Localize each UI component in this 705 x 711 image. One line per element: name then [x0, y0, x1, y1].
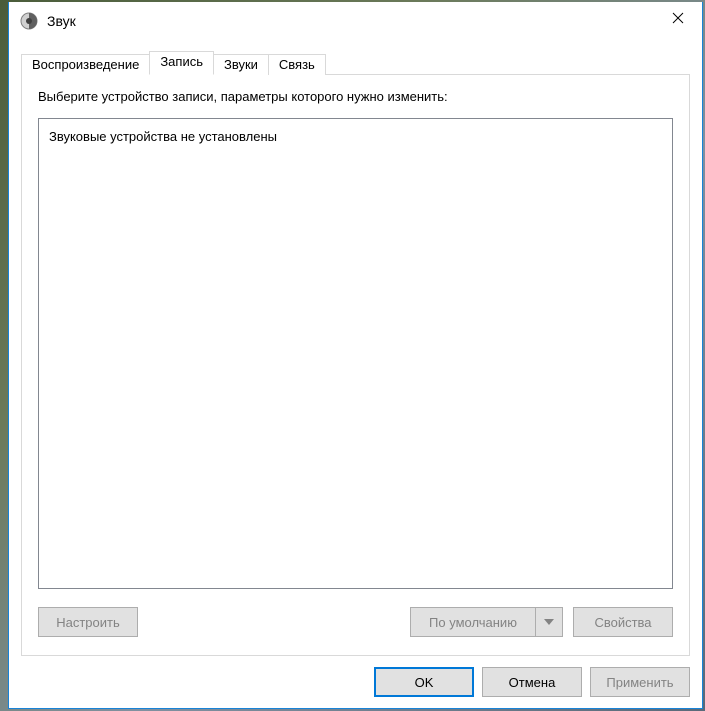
tab-sounds[interactable]: Звуки — [213, 54, 269, 75]
tab-communications[interactable]: Связь — [268, 54, 326, 75]
sound-dialog: Звук Воспроизведение Запись Звуки Связь … — [8, 2, 703, 709]
cancel-button[interactable]: Отмена — [482, 667, 582, 697]
properties-button[interactable]: Свойства — [573, 607, 673, 637]
titlebar: Звук — [9, 2, 702, 40]
close-button[interactable] — [655, 3, 700, 33]
sound-icon — [19, 11, 39, 31]
ok-button[interactable]: OK — [374, 667, 474, 697]
tab-panel-recording: Выберите устройство записи, параметры ко… — [21, 74, 690, 656]
chevron-down-icon — [535, 607, 563, 637]
tab-playback[interactable]: Воспроизведение — [21, 54, 150, 75]
set-default-dropdown[interactable]: По умолчанию — [410, 607, 563, 637]
empty-message: Звуковые устройства не установлены — [49, 129, 662, 144]
configure-button[interactable]: Настроить — [38, 607, 138, 637]
device-list[interactable]: Звуковые устройства не установлены — [38, 118, 673, 589]
tab-recording[interactable]: Запись — [149, 51, 214, 75]
tab-strip: Воспроизведение Запись Звуки Связь — [21, 52, 690, 75]
set-default-label: По умолчанию — [410, 607, 535, 637]
window-title: Звук — [47, 13, 655, 29]
instruction-text: Выберите устройство записи, параметры ко… — [38, 89, 673, 104]
dialog-button-row: OK Отмена Применить — [9, 656, 702, 708]
panel-buttons: Настроить По умолчанию Свойства — [38, 607, 673, 637]
content-area: Воспроизведение Запись Звуки Связь Выбер… — [9, 40, 702, 656]
apply-button[interactable]: Применить — [590, 667, 690, 697]
